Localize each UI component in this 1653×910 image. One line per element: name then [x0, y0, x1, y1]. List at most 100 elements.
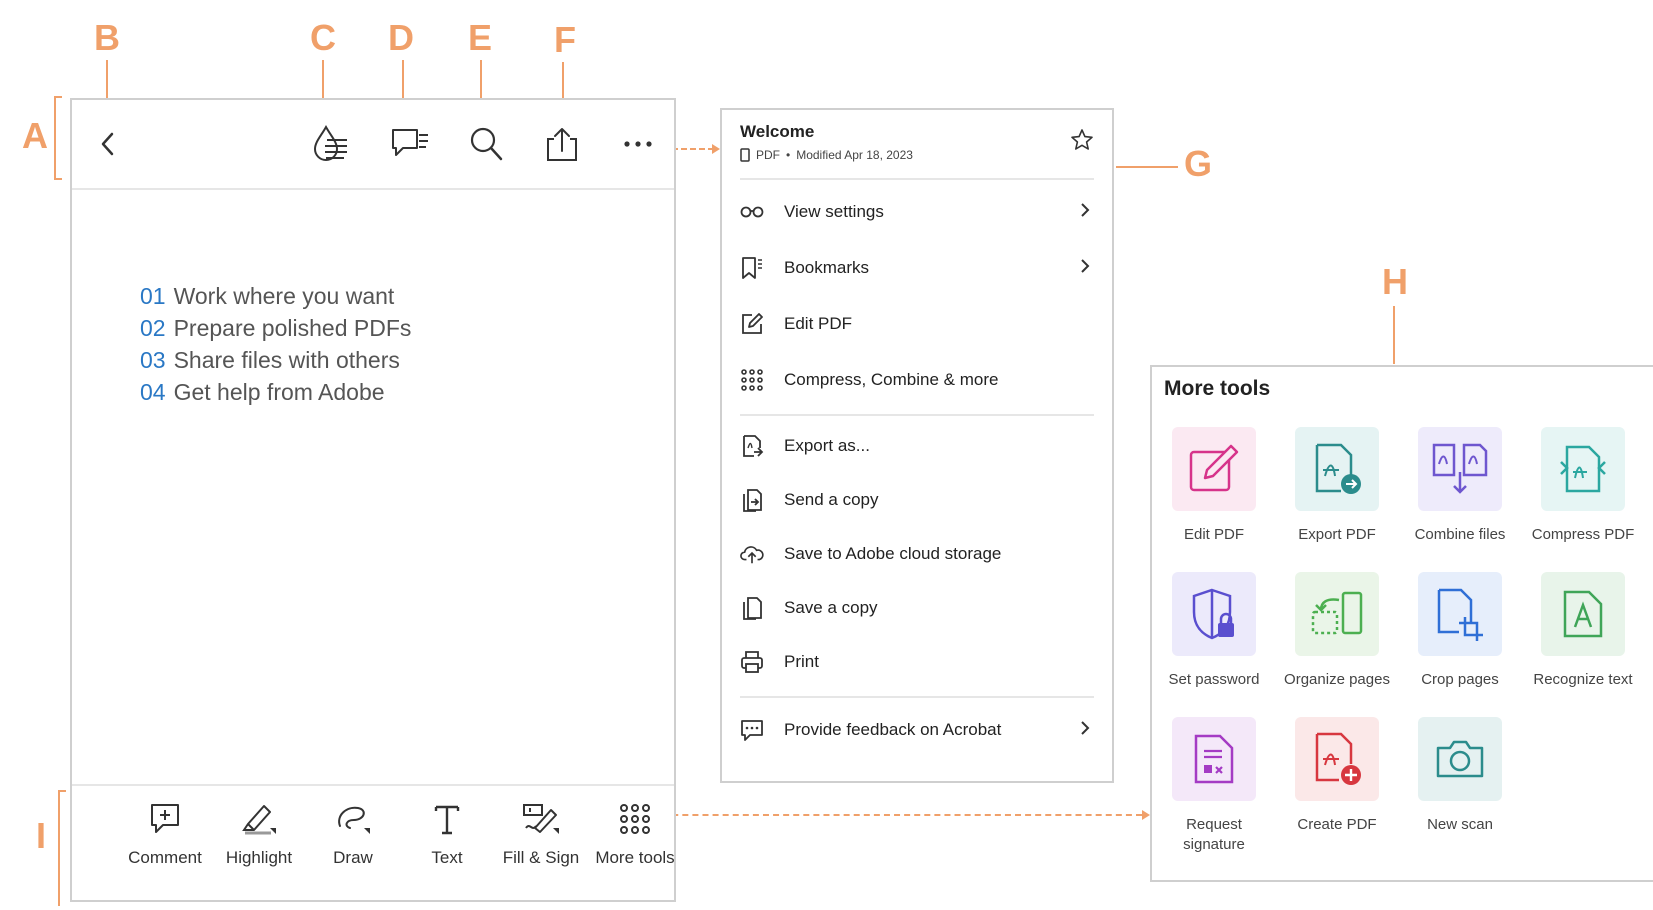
menu-item-label: View settings [784, 202, 884, 221]
callout-c: C [310, 17, 336, 58]
menu-item-export-as[interactable]: Export as... [740, 426, 1094, 466]
tools-connector [642, 814, 1142, 816]
bottom-toolbar: Comment Highlight Draw Text Fill & Sign [72, 784, 675, 900]
menu-item-bookmarks[interactable]: Bookmarks [740, 248, 1094, 288]
menu-item-edit-pdf[interactable]: Edit PDF [740, 304, 1094, 344]
search-icon[interactable] [466, 124, 506, 164]
menu-item-print[interactable]: Print [740, 642, 1094, 682]
callout-a: A [22, 115, 48, 156]
highlight-label: Highlight [225, 848, 293, 867]
draw-icon [338, 806, 370, 834]
grid-icon [740, 368, 764, 392]
menu-item-label: Edit PDF [784, 314, 853, 333]
more-options-icon[interactable] [618, 124, 658, 164]
comments-list-icon[interactable] [390, 124, 430, 164]
fill-sign-icon [523, 804, 559, 834]
divider [740, 414, 1094, 416]
menu-item-send-copy[interactable]: Send a copy [740, 480, 1094, 520]
recognize-text-icon [1541, 572, 1625, 656]
item-text: Share files with others [173, 347, 400, 373]
tool-crop-pages[interactable]: Crop pages [1400, 572, 1520, 690]
edit-icon [740, 312, 764, 336]
callout-g: G [1184, 143, 1213, 184]
star-icon[interactable] [1070, 128, 1094, 157]
more-tools-button[interactable]: More tools [588, 796, 682, 886]
export-pdf-icon [1295, 427, 1379, 511]
back-chevron-icon[interactable] [88, 124, 128, 164]
menu-item-label: Send a copy [784, 490, 879, 509]
menu-item-label: Bookmarks [784, 258, 870, 277]
callout-d: D [388, 17, 414, 58]
tools-connector-arrow [1142, 810, 1150, 820]
bookmark-icon [740, 256, 764, 280]
item-number: 01 [140, 283, 166, 309]
top-toolbar [72, 100, 674, 190]
tool-edit-pdf[interactable]: Edit PDF [1154, 427, 1274, 545]
tool-organize-pages[interactable]: Organize pages [1277, 572, 1397, 690]
tool-recognize-text[interactable]: Recognize text [1523, 572, 1643, 690]
tool-label-line: Request [1186, 816, 1242, 833]
tool-new-scan[interactable]: New scan [1400, 717, 1520, 835]
chevron-right-icon [1080, 720, 1090, 741]
divider [740, 696, 1094, 698]
menu-item-label: Save to Adobe cloud storage [784, 544, 1002, 563]
text-label: Text [431, 848, 463, 867]
create-pdf-icon [1295, 717, 1379, 801]
overflow-menu: Welcome PDF • Modified Apr 18, 2023 View… [720, 108, 1114, 783]
menu-item-save-copy[interactable]: Save a copy [740, 588, 1094, 628]
document-title: Welcome [740, 122, 815, 141]
callout-i: I [36, 815, 47, 856]
share-icon[interactable] [542, 124, 582, 164]
feedback-icon [740, 718, 764, 742]
list-item: 03 Share files with others [140, 344, 411, 376]
chevron-right-icon [1080, 258, 1090, 279]
tool-create-pdf[interactable]: Create PDF [1277, 717, 1397, 835]
meta-separator: • [786, 148, 791, 162]
menu-item-save-cloud[interactable]: Save to Adobe cloud storage [740, 534, 1094, 574]
compress-pdf-icon [1541, 427, 1625, 511]
text-button[interactable]: Text [400, 796, 494, 886]
set-password-icon [1172, 572, 1256, 656]
document-meta: PDF • Modified Apr 18, 2023 [740, 148, 913, 162]
save-copy-icon [740, 596, 764, 620]
tool-label: Export PDF [1298, 526, 1376, 543]
menu-item-feedback[interactable]: Provide feedback on Acrobat [740, 710, 1094, 750]
item-text: Work where you want [173, 283, 395, 309]
menu-connector-arrow [712, 144, 720, 154]
glasses-icon [740, 200, 764, 224]
callout-e: E [468, 17, 493, 58]
more-tools-label: More tools [595, 848, 675, 867]
tool-request-signature[interactable]: Request signature [1154, 717, 1274, 855]
menu-item-label: Export as... [784, 436, 870, 455]
draw-button[interactable]: Draw [306, 796, 400, 886]
liquid-mode-icon[interactable] [310, 124, 350, 164]
callout-h-line [1393, 306, 1395, 364]
tool-combine-files[interactable]: Combine files [1400, 427, 1520, 545]
tool-compress-pdf[interactable]: Compress PDF [1523, 427, 1643, 545]
chevron-right-icon [1080, 202, 1090, 223]
menu-item-label: Compress, Combine & more [784, 370, 999, 389]
menu-item-label: Save a copy [784, 598, 878, 617]
item-number: 03 [140, 347, 166, 373]
tool-label: Compress PDF [1531, 526, 1635, 543]
menu-connector [672, 148, 714, 150]
list-item: 04 Get help from Adobe [140, 376, 411, 408]
fill-sign-button[interactable]: Fill & Sign [494, 796, 588, 886]
callout-f: F [554, 19, 576, 60]
highlight-icon [242, 805, 276, 835]
highlight-button[interactable]: Highlight [212, 796, 306, 886]
document-view: 01 Work where you want 02 Prepare polished… [70, 98, 676, 902]
menu-item-compress-combine[interactable]: Compress, Combine & more [740, 360, 1094, 400]
callout-a-bracket [54, 96, 56, 180]
divider [740, 178, 1094, 180]
callout-i-bracket [58, 790, 60, 906]
tool-set-password[interactable]: Set password [1154, 572, 1274, 690]
menu-item-view-settings[interactable]: View settings [740, 192, 1094, 232]
phone-file-icon [740, 148, 750, 162]
item-text: Get help from Adobe [173, 379, 385, 405]
organize-pages-icon [1295, 572, 1379, 656]
comment-button[interactable]: Comment [118, 796, 212, 886]
crop-pages-icon [1418, 572, 1502, 656]
print-icon [740, 650, 764, 674]
tool-export-pdf[interactable]: Export PDF [1277, 427, 1397, 545]
